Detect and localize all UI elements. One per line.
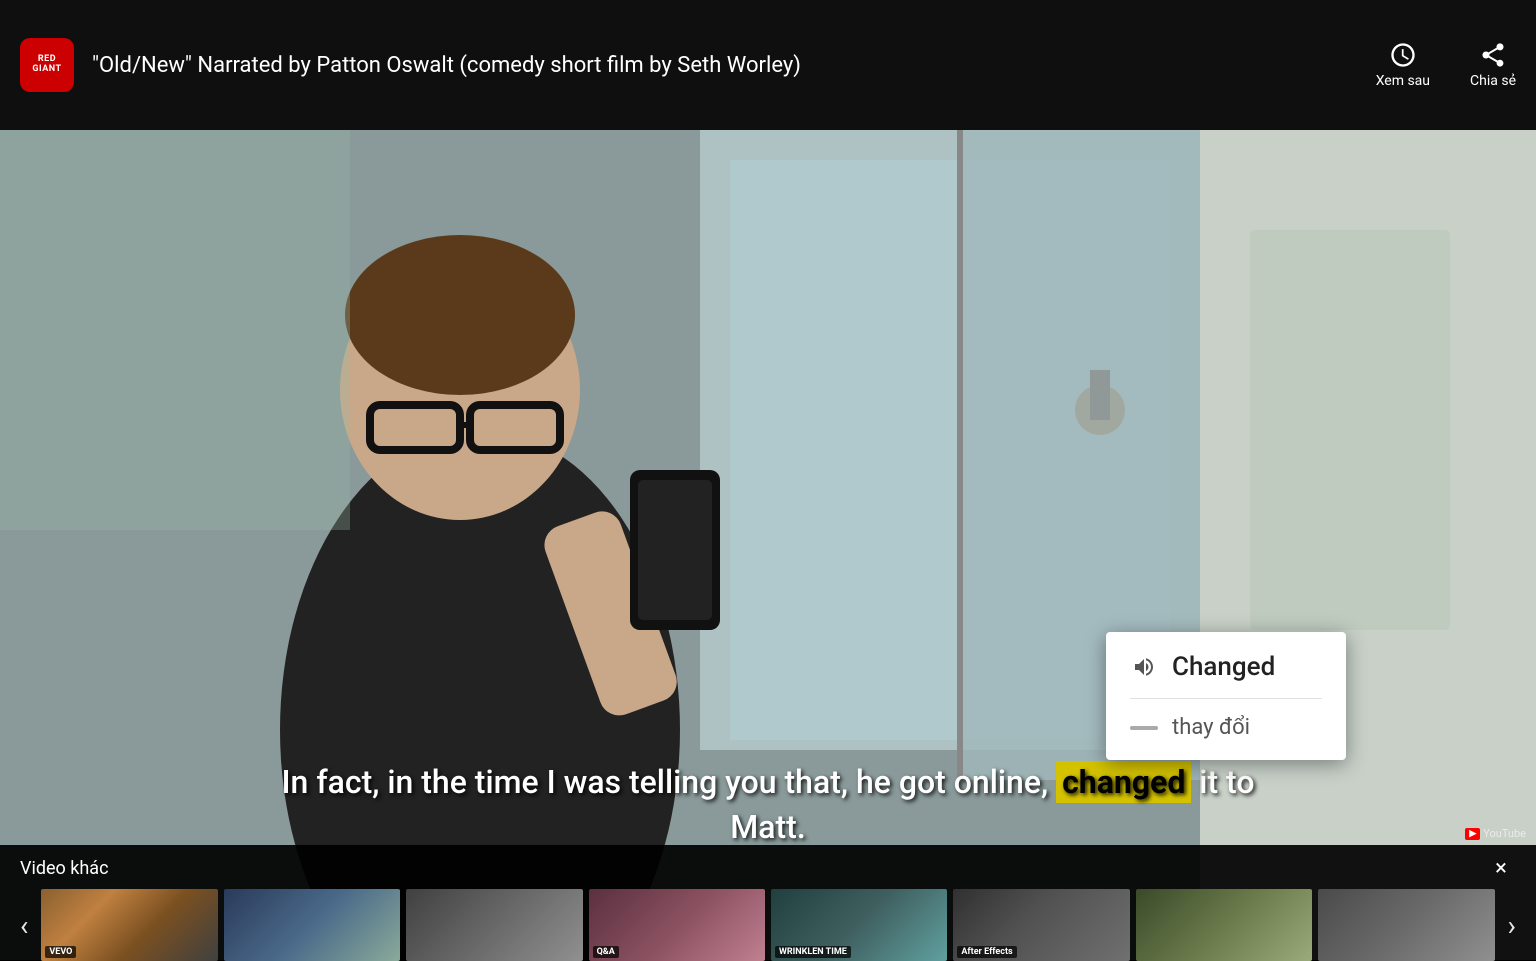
thumbnail-3[interactable] — [406, 889, 582, 961]
top-bar: RED GIANT "Old/New" Narrated by Patton O… — [0, 0, 1536, 130]
video-area[interactable]: Changed thay đổi In fact, in the time I … — [0, 130, 1536, 960]
thumb-badge-5: WRINKLEN TIME — [775, 946, 851, 958]
tooltip-vietnamese-section: thay đổi — [1130, 715, 1322, 740]
prev-arrow[interactable]: ‹ — [10, 909, 38, 942]
thumb-badge-1: VEVO — [45, 946, 76, 958]
thumbnail-8[interactable] — [1318, 889, 1494, 961]
thumbnail-1[interactable]: VEVO — [41, 889, 217, 961]
watch-later-label: Xem sau — [1376, 73, 1430, 89]
bottom-panel-header: Video khác × — [0, 845, 1536, 889]
channel-logo[interactable]: RED GIANT — [20, 38, 74, 92]
share-button[interactable]: Chia sẻ — [1470, 41, 1516, 89]
subtitle-line2: Matt. — [730, 808, 805, 846]
subtitle-after: it to — [1199, 763, 1254, 801]
thumbnails-row: ‹ VEVO Q&A WRINKLEN TIME After Effects › — [0, 889, 1536, 961]
speaker-icon[interactable] — [1130, 653, 1158, 681]
watch-later-button[interactable]: Xem sau — [1376, 41, 1430, 89]
thumbnail-2[interactable] — [224, 889, 400, 961]
thumbnail-7[interactable] — [1136, 889, 1312, 961]
thumb-badge-6: After Effects — [957, 946, 1016, 958]
thumbnail-4[interactable]: Q&A — [589, 889, 765, 961]
tooltip-english-section: Changed — [1130, 652, 1322, 699]
video-title: "Old/New" Narrated by Patton Oswalt (com… — [92, 53, 1376, 78]
thumbnail-5[interactable]: WRINKLEN TIME — [771, 889, 947, 961]
tooltip-vietnamese-word: thay đổi — [1172, 715, 1250, 740]
word-tooltip: Changed thay đổi — [1106, 632, 1346, 760]
top-actions: Xem sau Chia sẻ — [1376, 41, 1516, 89]
definition-line-icon — [1130, 726, 1158, 730]
bottom-panel: Video khác × ‹ VEVO Q&A WRINKLEN TIME Af… — [0, 845, 1536, 960]
share-label: Chia sẻ — [1470, 73, 1516, 89]
thumbnail-6[interactable]: After Effects — [953, 889, 1129, 961]
close-button[interactable]: × — [1486, 853, 1516, 883]
next-arrow[interactable]: › — [1498, 909, 1526, 942]
tooltip-english-word: Changed — [1172, 652, 1275, 682]
thumb-badge-4: Q&A — [593, 946, 619, 958]
subtitles-container: In fact, in the time I was telling you t… — [0, 760, 1536, 850]
related-videos-label: Video khác — [20, 858, 109, 879]
subtitle-highlighted-word[interactable]: changed — [1056, 761, 1191, 803]
logo-text: RED GIANT — [32, 55, 61, 75]
subtitle-text: In fact, in the time I was telling you t… — [281, 761, 1254, 803]
share-icon — [1479, 41, 1507, 69]
clock-icon — [1389, 41, 1417, 69]
subtitle-before: In fact, in the time I was telling you t… — [281, 763, 1048, 801]
